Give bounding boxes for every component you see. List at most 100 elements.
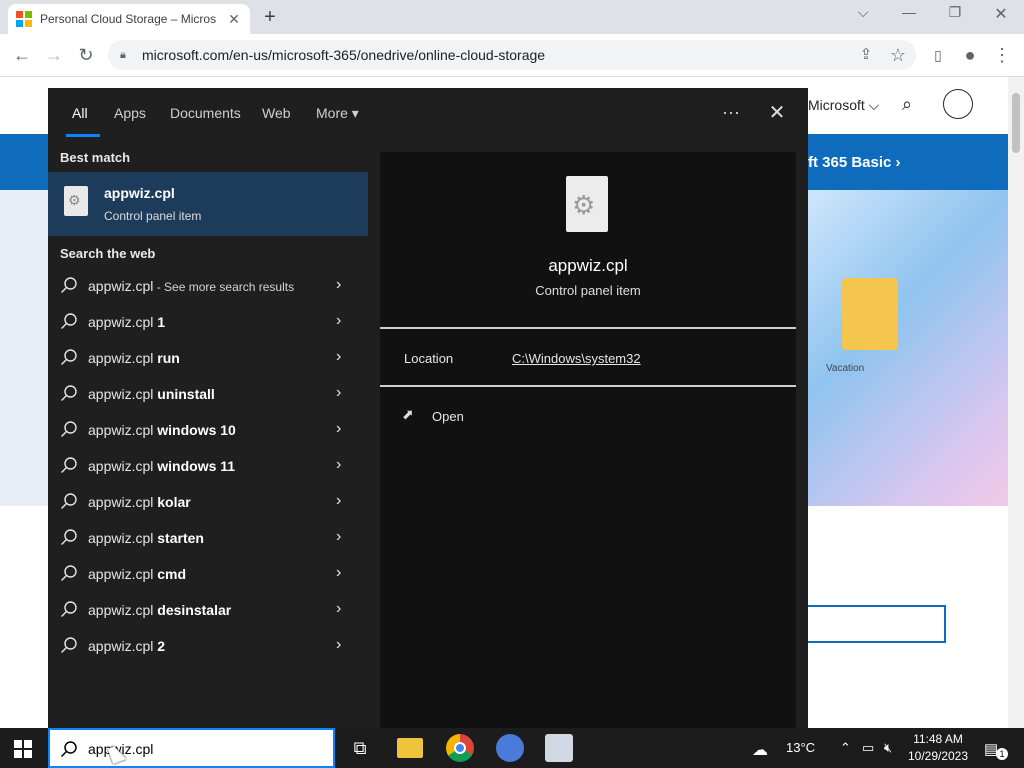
active-tab-indicator <box>66 134 100 137</box>
chevron-right-icon[interactable]: › <box>336 636 341 654</box>
search-icon <box>61 385 77 401</box>
start-windows-icon[interactable] <box>14 740 32 758</box>
chevron-right-icon[interactable]: › <box>336 528 341 546</box>
web-result-item[interactable]: appwiz.cpl windows 11 › <box>48 448 370 484</box>
web-result-text: appwiz.cpl 2 <box>88 638 165 654</box>
profile-avatar-icon[interactable]: ● <box>958 44 982 68</box>
chevron-right-icon[interactable]: › <box>336 312 341 330</box>
chevron-right-icon[interactable]: › <box>336 492 341 510</box>
clock-date: 10/29/2023 <box>907 749 969 763</box>
chrome-menu-icon[interactable]: ⋮ <box>990 44 1014 68</box>
back-arrow-icon[interactable]: ← <box>10 44 34 68</box>
search-icon <box>61 349 77 365</box>
chrome-center-icon <box>454 742 466 754</box>
preview-type: Control panel item <box>535 283 641 298</box>
search-icon <box>61 529 77 545</box>
address-text: microsoft.com/en-us/microsoft-365/onedri… <box>142 47 546 63</box>
file-explorer-icon[interactable] <box>397 738 423 758</box>
network-icon[interactable]: ▭ <box>862 740 874 756</box>
location-link[interactable]: C:\Windows\system32 <box>512 351 641 366</box>
tab-web[interactable]: Web <box>262 105 291 121</box>
address-bar[interactable]: 🔒︎ microsoft.com/en-us/microsoft-365/one… <box>108 40 916 70</box>
web-result-text: appwiz.cpl windows 11 <box>88 458 235 474</box>
tab-documents[interactable]: Documents <box>170 105 241 121</box>
microsoft-menu[interactable]: Microsoft ⌵ <box>808 97 879 114</box>
forward-arrow-icon[interactable]: → <box>42 44 66 68</box>
web-result-suggestion: kolar <box>157 494 191 510</box>
open-action[interactable]: Open <box>432 409 464 424</box>
page-scrollbar[interactable] <box>1008 77 1024 728</box>
web-result-item[interactable]: appwiz.cpl windows 10 › <box>48 412 370 448</box>
weather-icon[interactable]: ☁ <box>752 740 768 760</box>
window-close-button[interactable]: ✕ <box>986 4 1016 24</box>
tab-more[interactable]: More ▾ <box>316 105 359 122</box>
banner-link[interactable]: ft 365 Basic › <box>808 154 901 171</box>
minimize-button[interactable]: — <box>894 4 924 20</box>
web-result-suggestion: run <box>157 350 180 366</box>
preview-name: appwiz.cpl <box>548 256 628 275</box>
account-icon[interactable] <box>943 89 973 119</box>
hero-folder-label: Vacation <box>826 363 865 374</box>
web-result-query: appwiz.cpl <box>88 278 154 294</box>
web-result-item[interactable]: appwiz.cpl desinstalar › <box>48 592 370 628</box>
search-icon <box>61 421 77 437</box>
web-result-query: appwiz.cpl <box>88 602 158 618</box>
browser-tab[interactable]: Personal Cloud Storage – Micros ✕ <box>8 4 250 34</box>
web-result-item[interactable]: appwiz.cpl uninstall › <box>48 376 370 412</box>
chevron-right-icon[interactable]: › <box>336 600 341 618</box>
web-result-item[interactable]: appwiz.cpl - See more search results › <box>48 268 370 304</box>
best-match-type: Control panel item <box>104 209 202 223</box>
chevron-right-icon[interactable]: › <box>336 420 341 438</box>
chrome-icon[interactable] <box>446 734 474 762</box>
chevron-right-icon[interactable]: › <box>336 564 341 582</box>
secure-browser-icon[interactable] <box>496 734 524 762</box>
web-result-text: appwiz.cpl - See more search results <box>88 278 294 294</box>
web-result-text: appwiz.cpl windows 10 <box>88 422 236 438</box>
web-result-query: appwiz.cpl <box>88 314 158 330</box>
flyout-close-icon[interactable]: ✕ <box>762 100 792 125</box>
web-result-text: appwiz.cpl cmd <box>88 566 186 582</box>
restore-button[interactable]: ❐ <box>940 4 970 21</box>
preview-pane: appwiz.cpl Control panel item Location C… <box>380 152 796 728</box>
tray-chevron-icon[interactable]: ⌃ <box>840 740 851 756</box>
chevron-right-icon[interactable]: › <box>336 456 341 474</box>
weather-temperature[interactable]: 13°C <box>786 740 815 755</box>
chevron-right-icon[interactable]: › <box>336 348 341 366</box>
tab-all[interactable]: All <box>72 105 88 121</box>
tab-title: Personal Cloud Storage – Micros <box>40 12 217 26</box>
tab-search-chevron-icon[interactable]: ⌵ <box>848 4 878 21</box>
bookmark-star-icon[interactable]: ☆ <box>886 44 910 68</box>
task-view-icon[interactable]: ⧉ <box>346 734 374 762</box>
web-result-item[interactable]: appwiz.cpl 1 › <box>48 304 370 340</box>
system-clock[interactable]: 11:48 AM 10/29/2023 <box>902 731 974 765</box>
chevron-right-icon[interactable]: › <box>336 384 341 402</box>
more-options-icon[interactable]: ··· <box>722 102 740 123</box>
share-icon[interactable]: ⇪ <box>854 44 878 68</box>
web-result-text: appwiz.cpl 1 <box>88 314 165 330</box>
tab-close-icon[interactable]: ✕ <box>226 11 242 28</box>
taskbar-search-box[interactable] <box>48 728 335 768</box>
best-match-item[interactable]: appwiz.cpl Control panel item <box>48 172 368 236</box>
side-panel-icon[interactable]: ▯ <box>926 44 950 68</box>
tab-apps[interactable]: Apps <box>114 105 146 121</box>
chevron-right-icon[interactable]: › <box>336 276 341 294</box>
site-search-icon[interactable]: ⌕ <box>902 94 912 115</box>
web-result-item[interactable]: appwiz.cpl 2 › <box>48 628 370 664</box>
new-tab-button[interactable]: + <box>258 6 282 29</box>
web-result-item[interactable]: appwiz.cpl starten › <box>48 520 370 556</box>
web-result-suggestion: desinstalar <box>157 602 232 618</box>
web-result-item[interactable]: appwiz.cpl run › <box>48 340 370 376</box>
web-result-text: appwiz.cpl run <box>88 350 180 366</box>
search-icon <box>61 313 77 329</box>
page-outline-button[interactable] <box>790 605 946 643</box>
web-result-suggestion: 2 <box>157 638 166 654</box>
scrollbar-thumb[interactable] <box>1012 93 1020 153</box>
reload-icon[interactable]: ↻ <box>74 44 98 68</box>
browser-toolbar: ← → ↻ 🔒︎ microsoft.com/en-us/microsoft-3… <box>0 34 1024 77</box>
control-panel-app-icon[interactable] <box>545 734 573 762</box>
volume-muted-icon[interactable]: 🔇︎ <box>884 740 892 756</box>
location-label: Location <box>404 351 454 366</box>
web-result-item[interactable]: appwiz.cpl cmd › <box>48 556 370 592</box>
web-result-item[interactable]: appwiz.cpl kolar › <box>48 484 370 520</box>
web-result-query: appwiz.cpl <box>88 422 158 438</box>
